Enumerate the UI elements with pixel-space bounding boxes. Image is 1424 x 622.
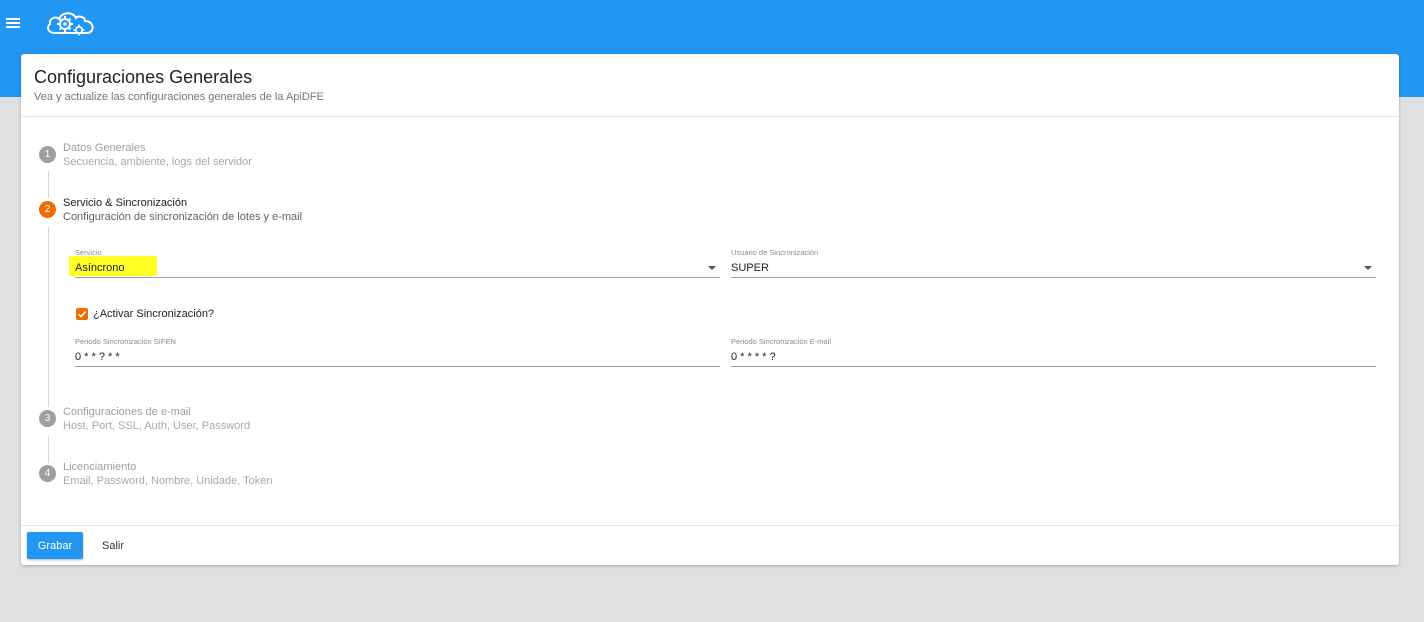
activar-sincronizacion-label[interactable]: ¿Activar Sincronización? [93,308,214,320]
step-3-subtitle: Host, Port, SSL, Auth, User, Password [63,420,251,432]
salir-button[interactable]: Salir [95,532,131,559]
chevron-down-icon [1364,266,1372,270]
grabar-button[interactable]: Grabar [27,532,83,559]
step-4-title[interactable]: Licenciamiento [63,461,136,473]
usuario-underline [731,277,1376,278]
step-4-subtitle: Email, Password, Nombre, Unidade, Token [63,475,273,487]
step-connector [48,171,49,198]
step-1-number[interactable]: 1 [39,146,56,163]
periodo-sifen-underline [75,366,720,367]
periodo-sifen-value: 0 * * ? * * [75,351,120,363]
servicio-select[interactable]: Servicio Asíncrono [69,248,720,278]
footer-divider [21,525,1399,526]
settings-card: Configuraciones Generales Vea y actualiz… [21,54,1399,565]
step-4-number[interactable]: 4 [39,465,56,482]
step-2-number[interactable]: 2 [39,201,56,218]
periodo-sifen-field[interactable]: Periodo Sincronización SIFEN 0 * * ? * * [75,337,720,367]
page-subtitle: Vea y actualize las configuraciones gene… [34,91,324,103]
check-icon [77,311,87,318]
usuario-label: Usuario de Sincronización [731,248,819,257]
periodo-email-field[interactable]: Periodo Sincronización E-mail 0 * * * * … [731,337,1376,367]
usuario-value: SUPER [731,262,769,274]
step-1-subtitle: Secuencia, ambiente, logs del servidor [63,156,252,168]
menu-icon[interactable] [6,15,22,29]
step-connector [48,227,49,407]
step-2-subtitle: Configuración de sincronización de lotes… [63,211,303,223]
step-connector [48,436,49,463]
servicio-value: Asíncrono [75,262,125,274]
periodo-email-underline [731,366,1376,367]
page-title: Configuraciones Generales [34,67,253,87]
chevron-down-icon [708,266,716,270]
step-3-title[interactable]: Configuraciones de e-mail [63,406,191,418]
card-header: Configuraciones Generales Vea y actualiz… [21,54,1399,117]
step-1-title[interactable]: Datos Generales [63,142,146,154]
cloud-gears-logo [46,12,94,36]
usuario-sincronizacion-select[interactable]: Usuario de Sincronización SUPER [731,248,1376,278]
servicio-underline [75,277,720,278]
periodo-sifen-label: Periodo Sincronización SIFEN [75,337,176,346]
step-2-title[interactable]: Servicio & Sincronización [63,197,187,209]
step-3-number[interactable]: 3 [39,410,56,427]
periodo-email-label: Periodo Sincronización E-mail [731,337,832,346]
periodo-email-value: 0 * * * * ? [731,351,776,363]
activar-sincronizacion-checkbox[interactable] [76,308,88,320]
